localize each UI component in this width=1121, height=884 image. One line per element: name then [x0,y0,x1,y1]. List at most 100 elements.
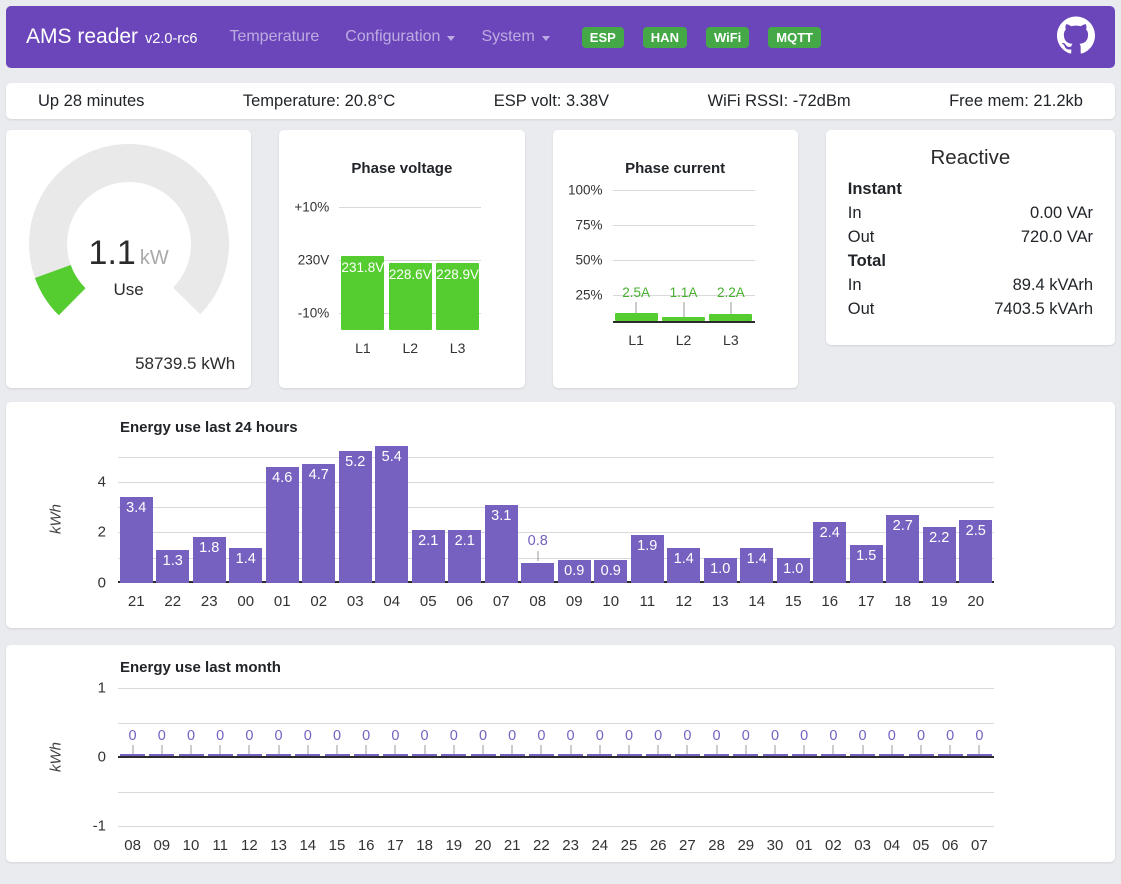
x-tick-label: 08 [529,593,546,610]
connection-badges: ESPHANWiFiMQTT [582,27,821,48]
energy-bar-zero [967,754,992,756]
energy-bar-zero [733,754,758,756]
x-tick-label: 29 [737,837,754,854]
y-tick-label: 100% [568,183,603,198]
x-tick-label: 04 [883,837,900,854]
energy-bar-zero [500,754,525,756]
bar-value-label: 0.9 [564,563,584,579]
nav-item-configuration[interactable]: Configuration [337,20,463,54]
energy-bar-zero [587,754,612,756]
x-tick-label: 20 [475,837,492,854]
bar-value-label: 0 [333,728,341,744]
bar-value-label: 0 [683,728,691,744]
bar-value-label: 0 [713,728,721,744]
energy-bar-zero [704,754,729,756]
power-gauge-card: 1.1kW Use 58739.5 kWh [6,130,251,388]
gridline [118,792,994,793]
x-tick-label: 21 [504,837,521,854]
x-tick-label: 08 [124,837,141,854]
y-tick-label: 25% [575,288,602,303]
label-leader-line [570,745,571,754]
x-tick-label: 20 [967,593,984,610]
bar-value-label: 0 [829,728,837,744]
label-leader-line [453,745,454,754]
x-tick-label: 02 [310,593,327,610]
reactive-row: In0.00 VAr [848,201,1093,225]
label-leader-line [716,745,717,754]
bar-value-label: 1.0 [783,561,803,577]
label-leader-line [804,745,805,754]
energy-bar [375,446,408,583]
current-bar-L1 [615,313,658,322]
x-tick-label: 05 [913,837,930,854]
bar-value-label: 0 [800,728,808,744]
label-leader-line [833,745,834,754]
energy-month-title: Energy use last month [120,659,281,676]
label-leader-line [687,745,688,754]
bar-value-label: 0 [596,728,604,744]
badge-mqtt: MQTT [768,27,821,48]
nav-item-temperature[interactable]: Temperature [221,20,327,54]
current-bar-value: 2.5A [622,285,650,300]
status-item-3: WiFi RSSI: -72dBm [708,92,851,111]
bar-value-label: 0 [742,728,750,744]
label-leader-line [862,745,863,754]
bar-value-label: 0 [946,728,954,744]
bar-value-label: 1.9 [637,538,657,554]
gridline [118,723,994,724]
nav-item-system[interactable]: System [473,20,557,54]
energy-bar-zero [909,754,934,756]
x-tick-label: L2 [676,332,692,348]
bar-value-label: 4.7 [309,467,329,483]
energy-day-ylabel: kWh [48,504,65,534]
reactive-row-label: Out [848,225,875,249]
status-item-1: Temperature: 20.8°C [243,92,395,111]
github-link[interactable] [1057,16,1095,59]
bar-value-label: 2.1 [418,533,438,549]
app-brand[interactable]: AMS reader v2.0-rc6 [26,25,197,49]
energy-bar-zero [938,754,963,756]
bar-value-label: 0 [771,728,779,744]
x-tick-label: 03 [854,837,871,854]
label-leader-line [636,302,637,313]
x-tick-label: 11 [639,593,655,610]
energy-month-ylabel: kWh [48,742,65,772]
phase-voltage-title: Phase voltage [279,130,524,177]
x-tick-label: 27 [679,837,696,854]
bar-value-label: 0 [158,728,166,744]
bar-value-label: 0 [245,728,253,744]
bar-value-label: 1.4 [236,551,256,567]
bar-value-label: 1.5 [856,548,876,564]
bar-value-label: 0 [391,728,399,744]
energy-bar-zero [149,754,174,756]
current-bar-value: 2.2A [717,285,745,300]
energy-bar [339,451,372,583]
badge-wifi: WiFi [706,27,749,48]
label-leader-line [307,745,308,754]
x-tick-label: 10 [183,837,200,854]
x-tick-label: 24 [591,837,608,854]
status-item-2: ESP volt: 3.38V [494,92,609,111]
label-leader-line [424,745,425,754]
voltage-bar-value: 228.9V [436,267,479,282]
bar-value-label: 0 [479,728,487,744]
y-tick-label: 50% [575,253,602,268]
current-bar-L3 [709,314,752,321]
bar-value-label: 2.2 [929,530,949,546]
x-tick-label: 16 [821,593,838,610]
chevron-down-icon [542,36,550,41]
energy-bar-zero [675,754,700,756]
bar-value-label: 1.4 [747,551,767,567]
voltage-bar-value: 228.6V [389,267,432,282]
gridline [118,532,994,533]
label-leader-line [541,745,542,754]
y-tick-label: 4 [98,473,106,490]
label-leader-line [921,745,922,754]
nav-item-label: System [481,28,534,46]
label-leader-line [132,745,133,754]
energy-bar-zero [295,754,320,756]
phase-current-card: Phase current 100%75%50%25%2.5AL11.1AL22… [553,130,798,388]
energy-bar-zero [529,754,554,756]
phase-current-title: Phase current [553,130,798,177]
x-tick-label: 11 [212,837,228,854]
